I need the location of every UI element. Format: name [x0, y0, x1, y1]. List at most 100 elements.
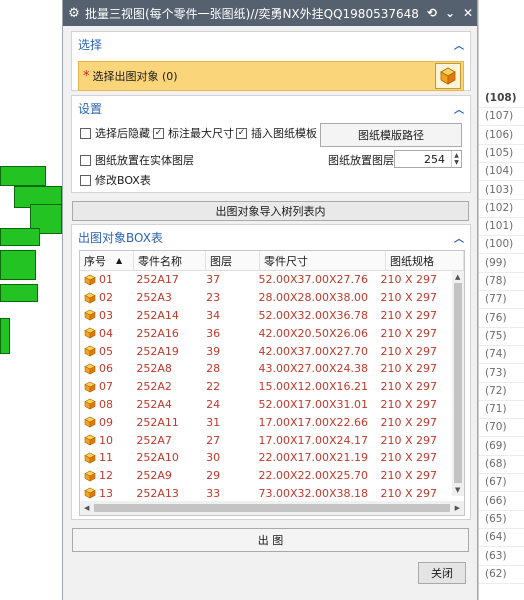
cell-layer: 31: [206, 415, 221, 429]
cell-layer: 29: [206, 469, 221, 483]
scroll-left-icon[interactable]: ◀: [84, 504, 89, 512]
table-row[interactable]: 02 252A3 23 28.00X28.00X38.00 210 X 297: [80, 289, 452, 307]
list-divider: [479, 363, 524, 365]
selection-group: 选择 ︿ * 选择出图对象 (0): [71, 31, 471, 91]
table-row[interactable]: 07 252A2 22 15.00X12.00X16.21 210 X 297: [80, 378, 452, 396]
hide-after-select-checkbox[interactable]: 选择后隐藏: [80, 125, 150, 141]
table-row[interactable]: 06 252A8 28 43.00X27.00X24.38 210 X 297: [80, 360, 452, 378]
template-path-button[interactable]: 图纸模版路径: [320, 123, 462, 147]
background-list-item: (106): [485, 128, 514, 141]
cell-part-name: 252A10: [136, 451, 179, 465]
part-cube-icon: [84, 416, 96, 428]
selection-header[interactable]: 选择 ︿: [72, 32, 470, 56]
sort-ascending-icon: ▲: [116, 256, 123, 265]
box-table[interactable]: 序号 ▲ 零件名称 图层 零件尺寸 图纸规格 01 252A17 37 52.00X3…: [79, 250, 465, 516]
chevron-up-icon[interactable]: ︿: [454, 230, 464, 245]
scroll-up-icon[interactable]: ▲: [455, 273, 460, 281]
horizontal-scrollbar[interactable]: ◀ ▶: [80, 501, 464, 515]
checkmark-icon[interactable]: ✓: [153, 127, 164, 139]
cell-layer: 27: [206, 433, 221, 447]
list-divider: [479, 399, 524, 401]
import-to-tree-button[interactable]: 出图对象导入树列表内: [72, 201, 469, 221]
model-body: [0, 250, 36, 280]
list-divider: [479, 235, 524, 237]
checkbox-unchecked[interactable]: [80, 154, 91, 166]
column-header-index[interactable]: 序号 ▲: [80, 251, 134, 270]
table-row[interactable]: 01 252A17 37 52.00X37.00X27.76 210 X 297: [80, 271, 452, 289]
table-row[interactable]: 08 252A4 24 52.00X17.00X31.01 210 X 297: [80, 396, 452, 414]
place-in-solid-layer-checkbox[interactable]: 图纸放置在实体图层: [80, 152, 194, 168]
layer-value[interactable]: 254: [424, 153, 451, 166]
scroll-down-icon[interactable]: ▼: [455, 486, 460, 494]
list-divider: [479, 161, 524, 163]
cell-sheet-size: 210 X 297: [380, 451, 437, 465]
list-divider: [479, 198, 524, 200]
part-cube-icon: [84, 310, 96, 321]
collapse-icon[interactable]: ⌄: [441, 6, 459, 20]
column-header-size[interactable]: 零件尺寸: [260, 251, 386, 270]
cell-index: 07: [80, 380, 132, 393]
layer-spinner[interactable]: 254 ▲ ▼: [394, 150, 462, 168]
scrollbar-thumb[interactable]: [454, 283, 462, 483]
table-row[interactable]: 09 252A11 31 17.00X17.00X22.66 210 X 297: [80, 413, 452, 431]
cell-index: 10: [80, 434, 132, 447]
layer-label: 图纸放置图层: [328, 154, 394, 167]
chevron-up-icon[interactable]: ︿: [454, 37, 464, 52]
box-table-header-label: 出图对象BOX表: [78, 230, 163, 245]
table-row[interactable]: 11 252A10 30 22.00X17.00X21.19 210 X 297: [80, 449, 452, 467]
graphics-window[interactable]: [0, 0, 62, 600]
list-divider: [479, 381, 524, 383]
checkmark-icon[interactable]: ✓: [236, 127, 247, 139]
table-row[interactable]: 05 252A19 39 42.00X37.00X27.70 210 X 297: [80, 342, 452, 360]
vertical-scrollbar[interactable]: ▲ ▼: [452, 271, 464, 496]
cell-size: 73.00X32.00X38.18: [258, 486, 369, 500]
cell-index-text: 11: [99, 451, 113, 465]
cell-index-text: 02: [99, 291, 113, 305]
table-row[interactable]: 10 252A7 27 17.00X17.00X24.17 210 X 297: [80, 431, 452, 449]
cell-size: 22.00X22.00X25.70: [258, 469, 369, 483]
cell-size: 52.00X32.00X36.78: [258, 308, 369, 322]
mark-max-size-checkbox[interactable]: ✓ 标注最大尺寸: [153, 125, 234, 141]
insert-template-checkbox[interactable]: ✓ 插入图纸模板: [236, 125, 317, 141]
list-divider: [479, 308, 524, 310]
modify-box-checkbox[interactable]: 修改BOX表: [80, 172, 151, 188]
checkbox-unchecked[interactable]: [80, 127, 91, 139]
select-object-button[interactable]: [435, 63, 461, 89]
spinner-arrows-icon[interactable]: ▲ ▼: [451, 151, 461, 167]
reset-icon[interactable]: ⟲: [423, 6, 441, 20]
cell-size: 52.00X17.00X31.01: [258, 397, 369, 411]
table-row[interactable]: 12 252A9 29 22.00X22.00X25.70 210 X 297: [80, 467, 452, 485]
column-header-sheet-size[interactable]: 图纸规格: [386, 251, 464, 270]
select-object-row[interactable]: * 选择出图对象 (0): [78, 61, 464, 91]
list-divider: [479, 436, 524, 438]
modify-box-label: 修改BOX表: [95, 174, 151, 187]
background-list-item: (62): [485, 567, 507, 580]
checkbox-unchecked[interactable]: [80, 174, 91, 186]
scrollbar-thumb[interactable]: [94, 504, 450, 512]
background-list-item: (75): [485, 329, 507, 342]
list-divider: [479, 216, 524, 218]
table-row[interactable]: 04 252A16 36 42.00X20.50X26.06 210 X 297: [80, 324, 452, 342]
table-row[interactable]: 13 252A13 33 73.00X32.00X38.18 210 X 297: [80, 485, 452, 503]
cell-sheet-size: 210 X 297: [380, 469, 437, 483]
scroll-right-icon[interactable]: ▶: [455, 504, 460, 512]
list-divider: [479, 271, 524, 273]
box-table-header[interactable]: 出图对象BOX表 ︿: [72, 225, 470, 249]
cell-index: 02: [80, 291, 132, 304]
cell-part-name: 252A7: [136, 433, 172, 447]
cell-index: 05: [80, 345, 132, 358]
table-row[interactable]: 03 252A14 34 52.00X32.00X36.78 210 X 297: [80, 307, 452, 325]
list-divider: [479, 290, 524, 291]
part-cube-icon: [84, 488, 96, 499]
title-bar: ⚙ 批量三视图(每个零件一张图纸)//奕勇NX外挂QQ1980537648 ⟲ …: [63, 0, 477, 26]
close-button[interactable]: 关闭: [418, 562, 466, 584]
output-drawing-button[interactable]: 出 图: [72, 528, 469, 552]
dialog-title: 批量三视图(每个零件一张图纸)//奕勇NX外挂QQ1980537648: [85, 6, 419, 21]
background-layer-list: (108) (107) (106) (105) (104) (103) (102) (101)…: [478, 0, 524, 600]
settings-header[interactable]: 设置 ︿: [72, 96, 470, 120]
chevron-up-icon[interactable]: ︿: [454, 101, 464, 116]
cell-layer: 33: [206, 486, 221, 500]
column-header-part-name[interactable]: 零件名称: [134, 251, 206, 270]
column-header-layer[interactable]: 图层: [206, 251, 260, 270]
close-icon[interactable]: ✕: [459, 6, 477, 20]
